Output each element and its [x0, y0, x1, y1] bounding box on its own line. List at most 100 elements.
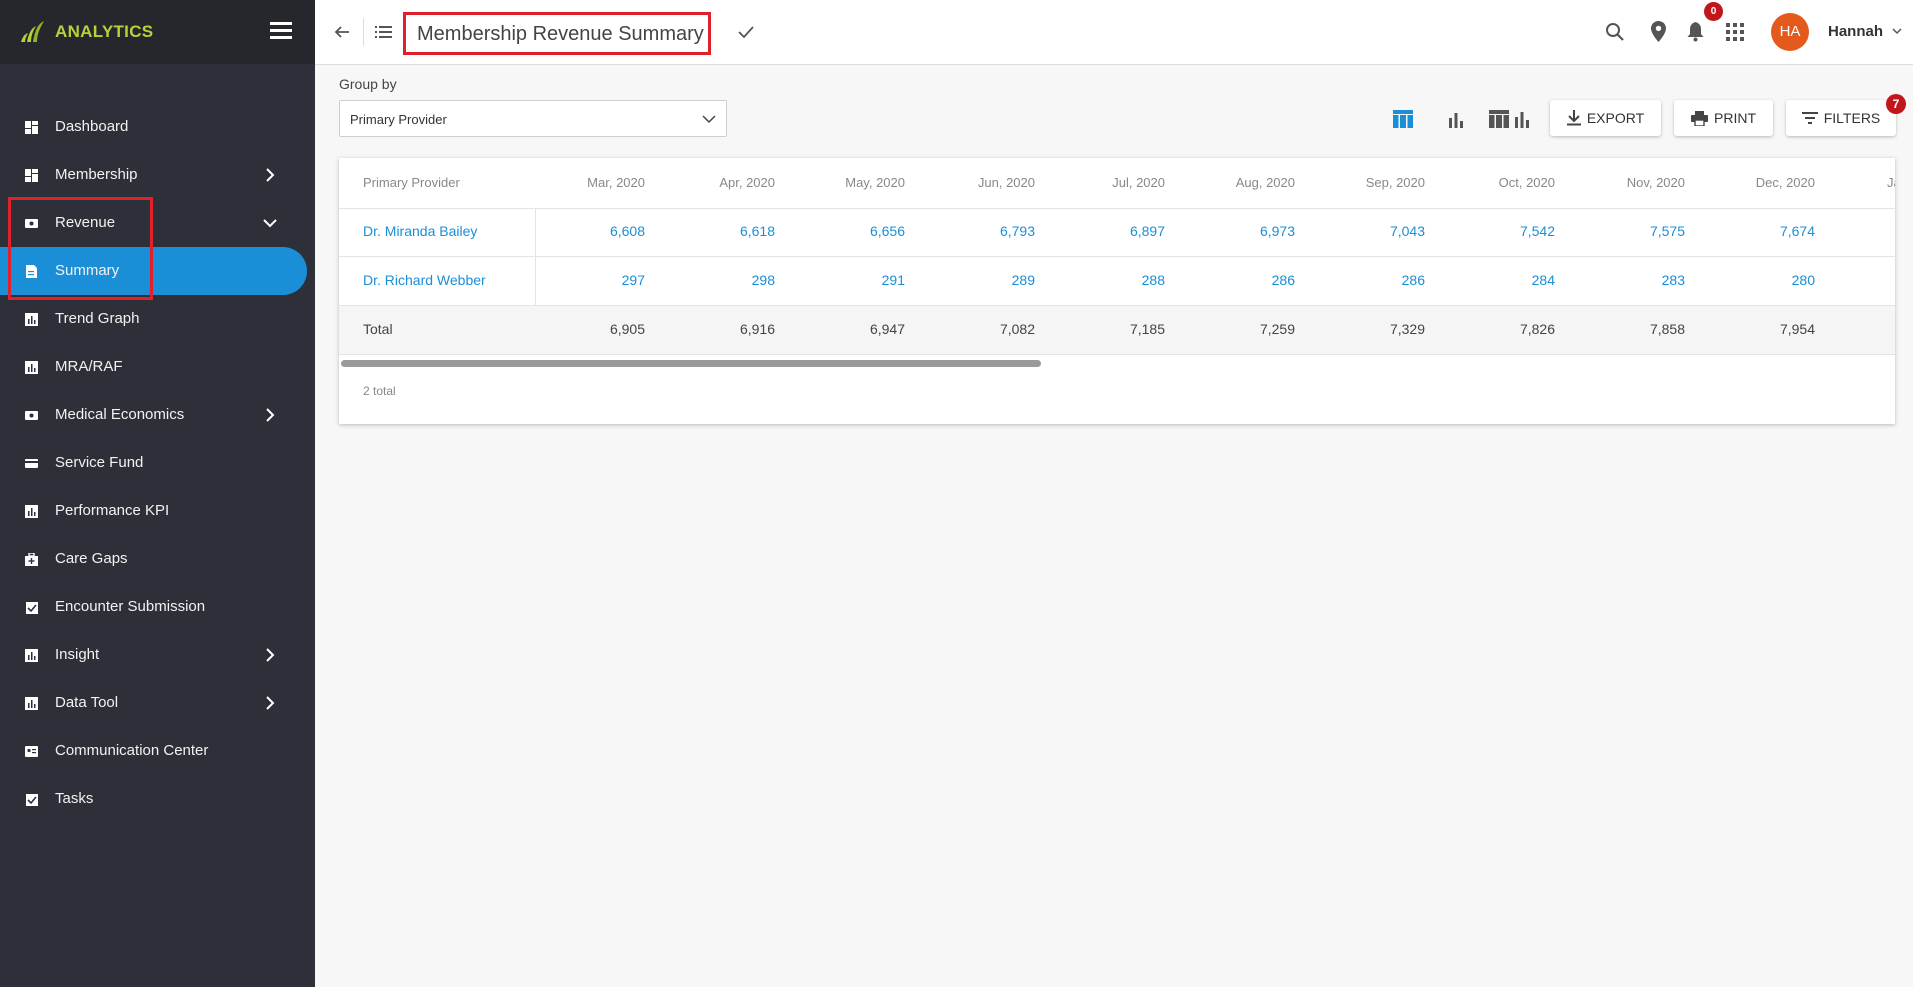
value-cell[interactable]: 298	[655, 272, 775, 288]
value-cell[interactable]: 6,618	[655, 223, 775, 239]
value-cell[interactable]: 288	[1045, 272, 1165, 288]
column-header[interactable]: Aug, 2020	[1175, 175, 1295, 190]
user-name[interactable]: Hannah	[1828, 23, 1883, 40]
sidebar-item-revenue[interactable]: Revenue	[0, 199, 315, 247]
bell-icon[interactable]	[1687, 22, 1704, 42]
export-label: EXPORT	[1586, 110, 1645, 126]
check-icon[interactable]	[737, 24, 755, 40]
sidebar-item-trend-graph[interactable]: Trend Graph	[0, 295, 315, 343]
sidebar-item-mra-raf[interactable]: MRA/RAF	[0, 343, 315, 391]
chart-icon	[25, 649, 38, 662]
sidebar-item-medical-economics[interactable]: Medical Economics	[0, 391, 315, 439]
value-cell[interactable]: 7,674	[1695, 223, 1815, 239]
bar-chart-view-icon[interactable]	[1448, 112, 1464, 128]
column-header[interactable]: Mar, 2020	[525, 175, 645, 190]
sidebar-item-label: Membership	[55, 166, 138, 183]
search-icon[interactable]	[1605, 22, 1625, 42]
print-button[interactable]: PRINT	[1674, 100, 1773, 136]
chart-icon	[25, 697, 38, 710]
group-by-select[interactable]: Primary Provider	[339, 100, 727, 137]
page-title-box[interactable]: Membership Revenue Summary	[403, 12, 711, 55]
sidebar-item-summary[interactable]: Summary	[0, 247, 307, 295]
column-header[interactable]: May, 2020	[785, 175, 905, 190]
medical-bag-icon	[25, 553, 38, 566]
filters-button[interactable]: FILTERS	[1786, 100, 1896, 136]
table-view-icon[interactable]	[1393, 110, 1413, 128]
value-cell[interactable]: 286	[1175, 272, 1295, 288]
column-header[interactable]: Ja	[1887, 175, 1895, 190]
document-icon	[26, 265, 37, 278]
group-by-label: Group by	[339, 76, 397, 92]
column-header-provider[interactable]: Primary Provider	[363, 175, 460, 190]
sidebar-nav: Dashboard Membership Revenue Summary Tre…	[0, 103, 315, 823]
value-cell[interactable]: 289	[915, 272, 1035, 288]
sidebar-item-label: Dashboard	[55, 118, 129, 135]
sidebar-item-membership[interactable]: Membership	[0, 151, 315, 199]
page-title: Membership Revenue Summary	[417, 23, 704, 45]
value-cell[interactable]: 283	[1565, 272, 1685, 288]
sidebar-item-service-fund[interactable]: Service Fund	[0, 439, 315, 487]
dashboard-icon	[25, 121, 38, 134]
column-header[interactable]: Dec, 2020	[1695, 175, 1815, 190]
value-cell[interactable]: 7,043	[1305, 223, 1425, 239]
sidebar-item-tasks[interactable]: Tasks	[0, 775, 315, 823]
sidebar-item-encounter-submission[interactable]: Encounter Submission	[0, 583, 315, 631]
filters-count-badge: 7	[1886, 94, 1906, 114]
hamburger-menu-icon[interactable]	[270, 22, 292, 40]
value-cell[interactable]: 6,793	[915, 223, 1035, 239]
total-label: Total	[363, 321, 393, 337]
list-icon[interactable]	[375, 25, 392, 39]
summary-table: Primary Provider Mar, 2020 Apr, 2020 May…	[339, 158, 1895, 424]
chevron-down-icon	[702, 115, 716, 124]
avatar[interactable]: HA	[1771, 13, 1809, 51]
sidebar-item-label: Care Gaps	[55, 550, 128, 567]
value-cell[interactable]: 291	[785, 272, 905, 288]
divider	[363, 18, 364, 46]
sidebar-item-data-tool[interactable]: Data Tool	[0, 679, 315, 727]
total-cell: 6,916	[739, 321, 775, 337]
chevron-right-icon	[266, 696, 275, 710]
value-cell[interactable]: 7,542	[1435, 223, 1555, 239]
contact-card-icon	[25, 746, 38, 757]
checklist-icon	[26, 794, 38, 806]
provider-link[interactable]: Dr. Richard Webber	[363, 272, 486, 288]
provider-link[interactable]: Dr. Miranda Bailey	[363, 223, 477, 239]
brand-logo-icon	[21, 21, 44, 42]
column-header[interactable]: Oct, 2020	[1435, 175, 1555, 190]
sidebar-item-insight[interactable]: Insight	[0, 631, 315, 679]
value-cell[interactable]: 280	[1695, 272, 1815, 288]
value-cell[interactable]: 286	[1305, 272, 1425, 288]
value-cell[interactable]: 6,656	[785, 223, 905, 239]
sidebar-item-label: MRA/RAF	[55, 358, 123, 375]
column-header[interactable]: Nov, 2020	[1565, 175, 1685, 190]
column-header[interactable]: Sep, 2020	[1305, 175, 1425, 190]
back-arrow-icon[interactable]	[334, 24, 350, 40]
sidebar-item-care-gaps[interactable]: Care Gaps	[0, 535, 315, 583]
group-by-value: Primary Provider	[350, 112, 447, 127]
sidebar-item-label: Medical Economics	[55, 406, 185, 423]
location-pin-icon[interactable]	[1651, 21, 1666, 42]
value-cell[interactable]: 6,608	[525, 223, 645, 239]
brand-name: ANALYTICS	[55, 22, 154, 41]
value-cell[interactable]: 284	[1435, 272, 1555, 288]
total-cell: 7,082	[999, 321, 1035, 337]
sidebar-item-label: Encounter Submission	[55, 598, 206, 615]
checklist-icon	[26, 602, 38, 614]
sidebar-item-dashboard[interactable]: Dashboard	[0, 103, 315, 151]
value-cell[interactable]: 6,973	[1175, 223, 1295, 239]
chevron-down-icon[interactable]	[1892, 28, 1902, 35]
apps-grid-icon[interactable]	[1726, 23, 1744, 41]
column-header[interactable]: Apr, 2020	[655, 175, 775, 190]
export-button[interactable]: EXPORT	[1550, 100, 1661, 136]
value-cell[interactable]: 297	[525, 272, 645, 288]
sidebar-item-label: Service Fund	[55, 454, 144, 471]
value-cell[interactable]: 6,897	[1045, 223, 1165, 239]
sidebar-item-label: Trend Graph	[55, 310, 140, 327]
value-cell[interactable]: 7,575	[1565, 223, 1685, 239]
sidebar-item-performance-kpi[interactable]: Performance KPI	[0, 487, 315, 535]
sidebar-item-communication-center[interactable]: Communication Center	[0, 727, 315, 775]
column-header[interactable]: Jun, 2020	[915, 175, 1035, 190]
column-header[interactable]: Jul, 2020	[1045, 175, 1165, 190]
horizontal-scrollbar[interactable]	[341, 360, 1041, 367]
table-chart-view-icon[interactable]	[1489, 110, 1531, 128]
